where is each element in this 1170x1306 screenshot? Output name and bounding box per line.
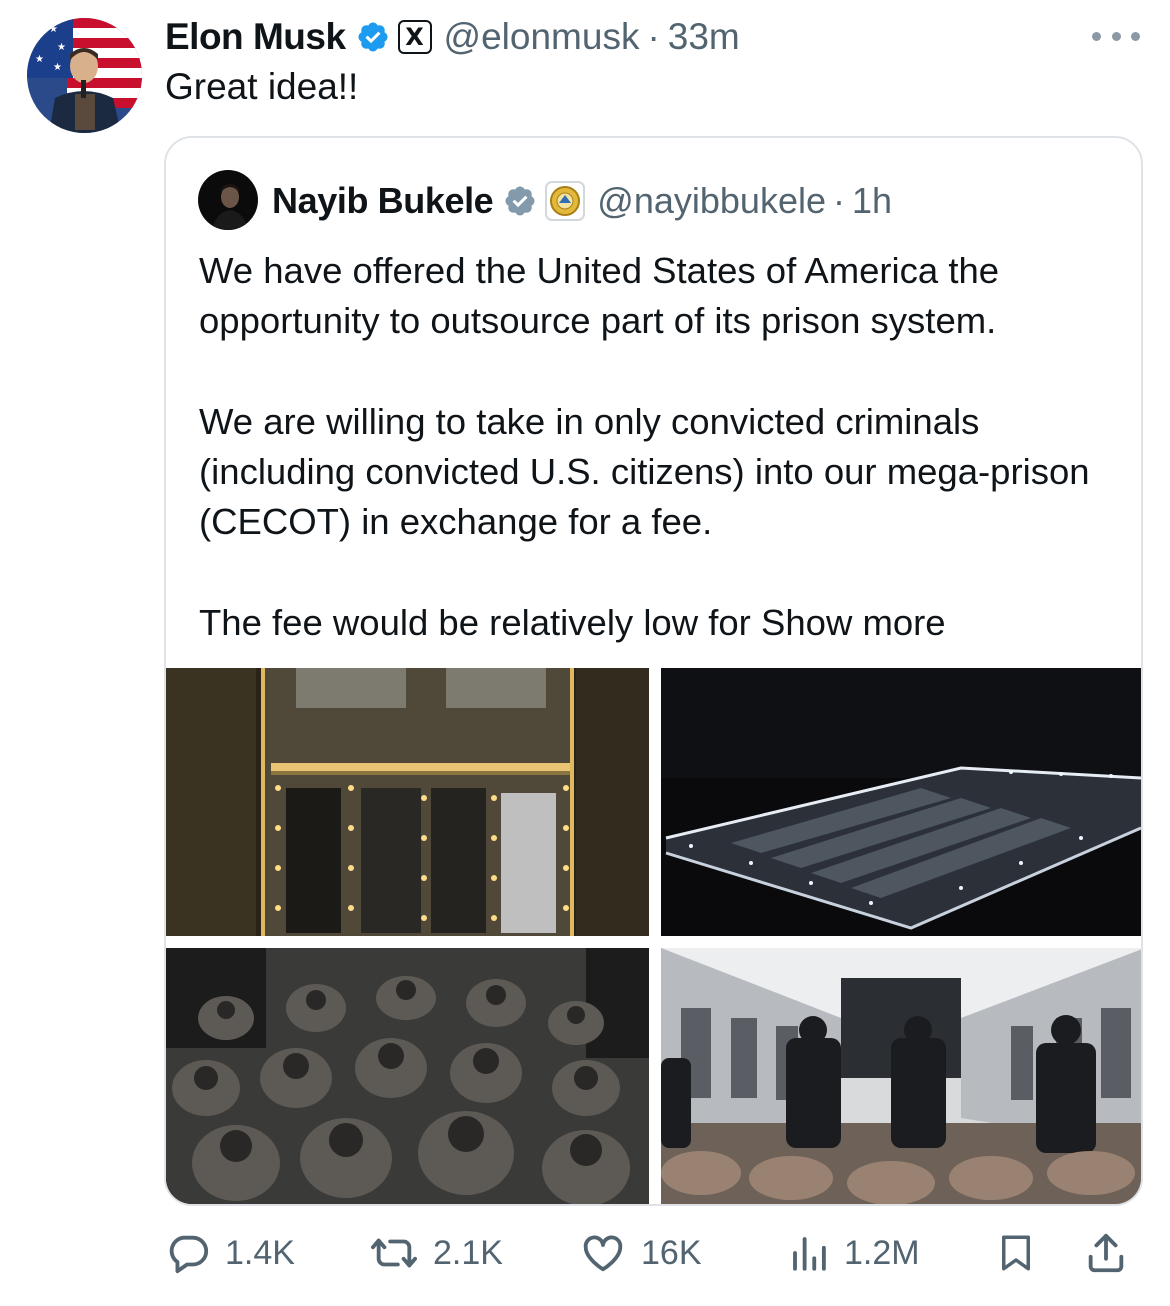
more-dot: [1131, 31, 1140, 41]
svg-text:★: ★: [33, 32, 42, 43]
quote-author-name[interactable]: Nayib Bukele: [272, 180, 494, 222]
quote-paragraph-last: The fee would be relatively low for Show…: [199, 598, 1119, 648]
reply-icon: [169, 1235, 209, 1274]
repost-icon: [370, 1238, 417, 1268]
views-button[interactable]: 1.2M: [788, 1228, 920, 1278]
repost-button[interactable]: 2.1K: [369, 1228, 503, 1278]
tweet-header: Elon Musk X @elonmusk · 33m: [165, 14, 740, 60]
quote-paragraph: We have offered the United States of Ame…: [199, 250, 1000, 342]
quote-header: Nayib Bukele @nayibbukele · 1h: [272, 178, 892, 224]
share-icon: [1088, 1233, 1124, 1273]
like-icon: [583, 1235, 623, 1272]
avatar[interactable]: ★ ★ ★ ★ ★: [27, 18, 142, 133]
timestamp[interactable]: 33m: [668, 16, 740, 58]
author-name[interactable]: Elon Musk: [165, 16, 346, 58]
quote-paragraph: We are willing to take in only convicted…: [199, 400, 1090, 543]
x-logo-icon[interactable]: X: [397, 20, 432, 54]
show-more-link[interactable]: Show more: [761, 602, 946, 643]
quote-paragraph-text: The fee would be relatively low for: [199, 602, 751, 644]
government-seal-icon[interactable]: [545, 181, 586, 221]
reply-button[interactable]: 1.4K: [165, 1228, 295, 1278]
like-button[interactable]: 16K: [579, 1228, 702, 1278]
share-button[interactable]: [1083, 1228, 1129, 1278]
reply-count: 1.4K: [225, 1233, 295, 1272]
verified-badge-icon[interactable]: [503, 184, 537, 218]
svg-text:★: ★: [49, 24, 58, 35]
quoted-tweet[interactable]: Nayib Bukele @nayibbukele · 1h We have o…: [164, 136, 1143, 1206]
avatar-image: ★ ★ ★ ★ ★: [27, 18, 142, 133]
svg-text:★: ★: [57, 42, 66, 53]
media-image-3[interactable]: [166, 948, 649, 1204]
more-options-icon[interactable]: [1092, 22, 1140, 50]
separator-dot: ·: [647, 16, 660, 57]
media-image-4[interactable]: [661, 948, 1141, 1204]
separator-dot: ·: [833, 180, 845, 221]
views-count: 1.2M: [844, 1233, 920, 1272]
more-dot: [1092, 31, 1101, 41]
media-image-1[interactable]: [166, 668, 649, 936]
svg-text:★: ★: [35, 54, 44, 65]
repost-count: 2.1K: [433, 1233, 503, 1272]
quote-timestamp[interactable]: 1h: [852, 180, 892, 222]
bookmark-icon: [1002, 1235, 1030, 1271]
tweet-text: Great idea!!: [165, 66, 359, 107]
action-bar: 1.4K 2.1K 16K 1.2M: [165, 1228, 1140, 1278]
quote-author-handle[interactable]: @nayibbukele: [597, 180, 826, 222]
author-handle[interactable]: @elonmusk: [444, 16, 640, 58]
quote-avatar[interactable]: [198, 170, 258, 230]
svg-text:★: ★: [53, 62, 62, 73]
views-icon: [793, 1237, 826, 1271]
media-image-2[interactable]: [661, 668, 1141, 936]
quote-text: We have offered the United States of Ame…: [199, 246, 1119, 648]
more-dot: [1111, 31, 1121, 41]
like-count: 16K: [641, 1233, 702, 1272]
bookmark-button[interactable]: [995, 1228, 1037, 1278]
media-grid: [166, 668, 1141, 1204]
verified-badge-icon[interactable]: [356, 20, 390, 54]
quote-avatar-image: [198, 170, 258, 230]
